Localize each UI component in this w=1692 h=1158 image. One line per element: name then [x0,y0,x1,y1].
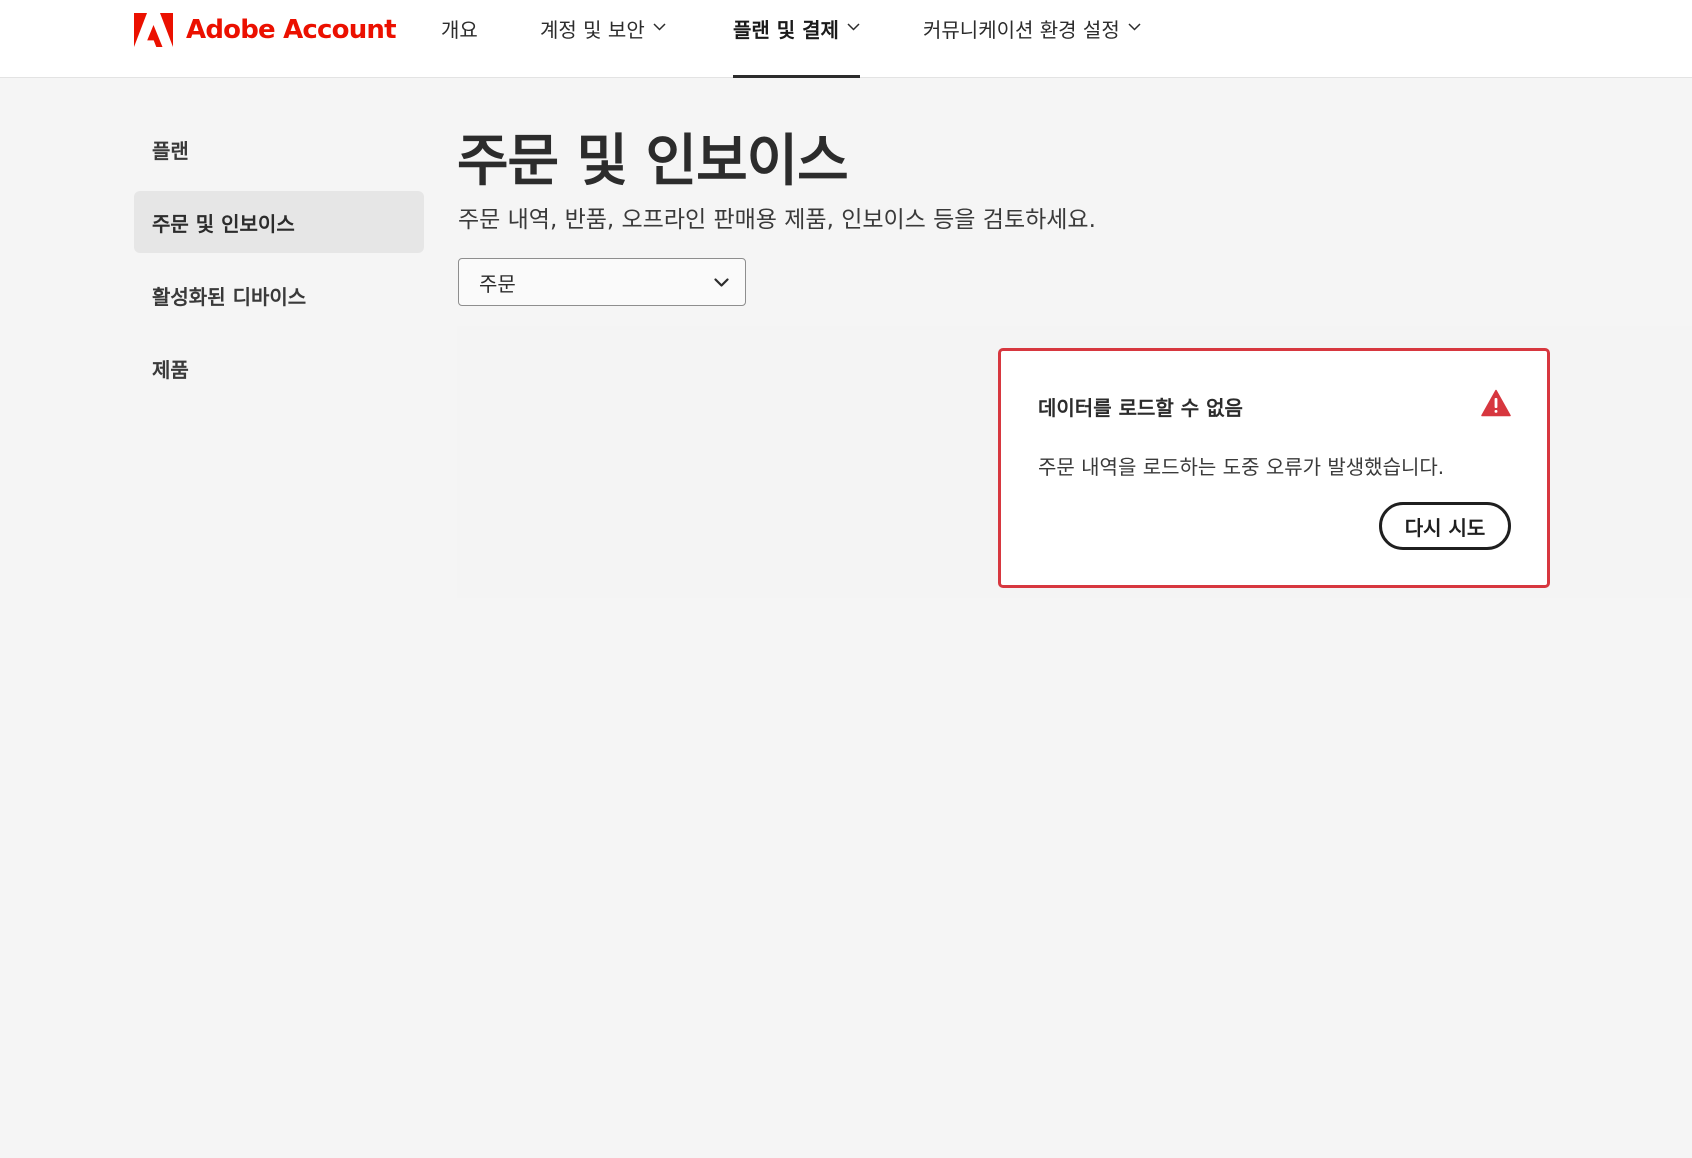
order-type-select-value: 주문 [479,271,516,296]
sidebar-item-label: 제품 [152,357,189,382]
error-alert-card: 데이터를 로드할 수 없음 주문 내역을 로드하는 도중 오류가 발생했습니다.… [998,348,1550,588]
nav-plans-billing[interactable]: 플랜 및 결제 [733,0,860,78]
nav-communication-preferences[interactable]: 커뮤니케이션 환경 설정 [923,0,1141,78]
alert-triangle-icon [1481,389,1511,417]
retry-button[interactable]: 다시 시도 [1379,502,1511,550]
order-type-select[interactable]: 주문 [458,258,746,306]
adobe-logo-icon [134,13,173,47]
chevron-down-icon [714,277,729,287]
nav-account-security[interactable]: 계정 및 보안 [540,0,666,78]
nav-communication-preferences-label: 커뮤니케이션 환경 설정 [923,18,1120,42]
top-header: Adobe Account 개요 계정 및 보안 플랜 및 결제 커뮤니케이션 … [0,0,1692,78]
chevron-down-icon [653,23,666,31]
page-title: 주문 및 인보이스 [457,129,849,194]
error-message: 주문 내역을 로드하는 도중 오류가 발생했습니다. [1038,455,1445,479]
nav-account-security-label: 계정 및 보안 [540,18,645,42]
brand-name: Adobe Account [186,15,397,45]
page-description: 주문 내역, 반품, 오프라인 판매용 제품, 인보이스 등을 검토하세요. [458,207,1096,233]
chevron-down-icon [847,23,860,31]
nav-overview-label: 개요 [441,18,478,42]
chevron-down-icon [1128,23,1141,31]
error-title: 데이터를 로드할 수 없음 [1038,396,1243,420]
adobe-account-home-link[interactable]: Adobe Account [134,12,397,48]
sidebar-nav: 플랜 주문 및 인보이스 활성화된 디바이스 제품 [134,118,424,410]
nav-plans-billing-label: 플랜 및 결제 [733,18,839,42]
sidebar-item-plans[interactable]: 플랜 [134,118,424,180]
sidebar-item-label: 활성화된 디바이스 [152,284,307,309]
sidebar-item-products[interactable]: 제품 [134,337,424,399]
nav-overview[interactable]: 개요 [441,0,478,78]
sidebar-item-label: 플랜 [152,138,189,163]
sidebar-item-orders-invoices[interactable]: 주문 및 인보이스 [134,191,424,253]
sidebar-item-label: 주문 및 인보이스 [152,211,295,236]
sidebar-item-active-devices[interactable]: 활성화된 디바이스 [134,264,424,326]
